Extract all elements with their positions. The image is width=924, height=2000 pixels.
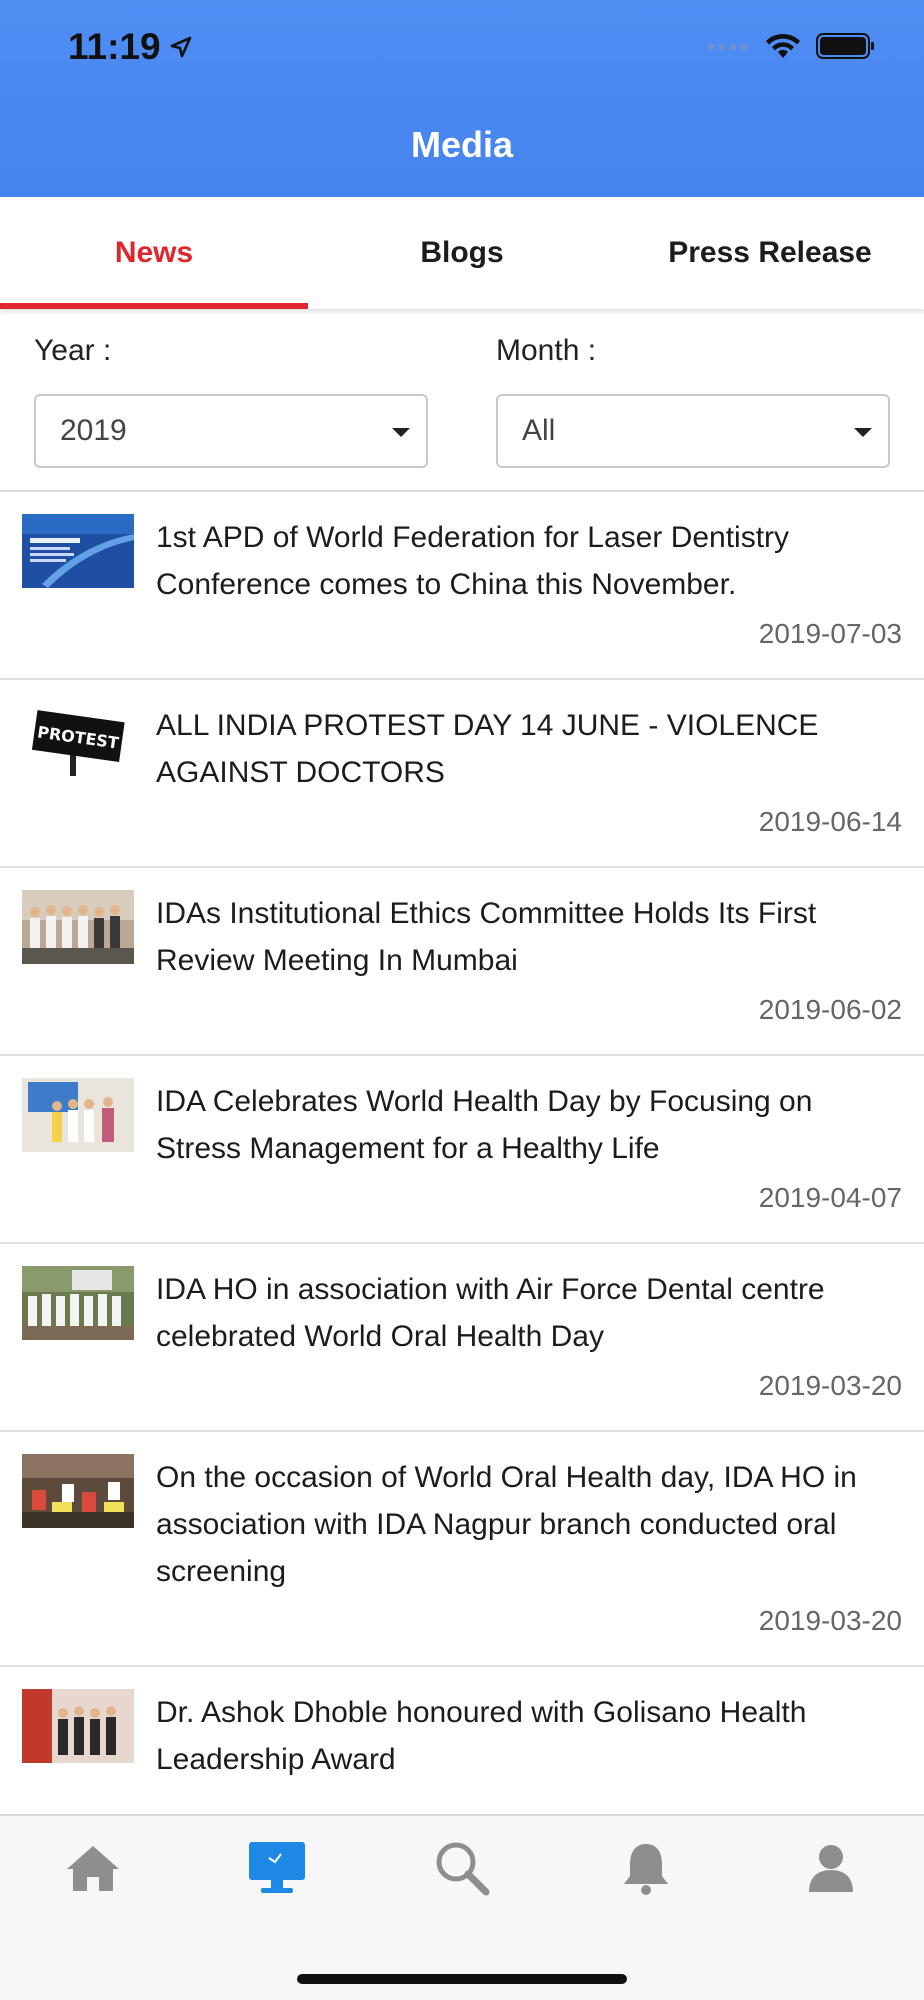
news-title: IDAs Institutional Ethics Committee Hold… xyxy=(156,897,817,977)
tab-news[interactable]: News xyxy=(0,197,308,309)
news-title: IDA Celebrates World Health Day by Focus… xyxy=(156,1085,813,1165)
home-icon xyxy=(67,1846,119,1891)
list-item[interactable]: IDA HO in association with Air Force Den… xyxy=(0,1244,924,1432)
search-icon xyxy=(436,1842,490,1896)
news-thumbnail xyxy=(22,1454,134,1528)
year-select-value: 2019 xyxy=(60,414,127,447)
news-thumbnail: PROTEST xyxy=(22,702,134,776)
month-select-value: All xyxy=(522,414,556,447)
news-thumbnail xyxy=(22,1078,134,1152)
home-indicator xyxy=(297,1974,627,1984)
app-header: 11:19 Media xyxy=(0,0,924,197)
news-date: 2019-03-20 xyxy=(758,1605,902,1636)
signal-icon xyxy=(708,44,747,50)
bell-icon xyxy=(624,1844,668,1895)
tabbar-profile[interactable] xyxy=(791,1830,871,1906)
news-date: 2019-06-14 xyxy=(758,806,902,837)
profile-icon xyxy=(809,1845,853,1892)
tab-blogs[interactable]: Blogs xyxy=(308,197,616,309)
chevron-down-icon xyxy=(392,428,410,437)
news-thumbnail xyxy=(22,514,134,588)
tabbar-media[interactable] xyxy=(237,1830,317,1906)
media-monitor-icon xyxy=(249,1842,305,1893)
list-item[interactable]: IDA Celebrates World Health Day by Focus… xyxy=(0,1056,924,1244)
news-date: 2019-06-02 xyxy=(758,994,902,1025)
chevron-down-icon xyxy=(854,428,872,437)
list-item[interactable]: PROTEST ALL INDIA PROTEST DAY 14 JUNE - … xyxy=(0,680,924,868)
year-label: Year : xyxy=(34,334,112,367)
month-select[interactable]: All xyxy=(496,394,890,468)
media-tabs: News Blogs Press Release xyxy=(0,197,924,309)
tabbar-search[interactable] xyxy=(422,1830,502,1906)
list-item[interactable]: On the occasion of World Oral Health day… xyxy=(0,1432,924,1667)
news-date: 2019-04-07 xyxy=(758,1182,902,1213)
news-title: Dr. Ashok Dhoble honoured with Golisano … xyxy=(156,1696,807,1776)
status-time-text: 11:19 xyxy=(68,26,161,67)
status-time: 11:19 xyxy=(68,26,193,68)
wifi-icon xyxy=(766,33,800,58)
news-date: 2019-07-03 xyxy=(758,618,902,649)
year-select[interactable]: 2019 xyxy=(34,394,428,468)
tab-press-release[interactable]: Press Release xyxy=(616,197,924,309)
news-thumbnail xyxy=(22,890,134,964)
status-indicators xyxy=(708,32,876,60)
news-date xyxy=(0,1793,924,1814)
tabbar-home[interactable] xyxy=(53,1830,133,1906)
location-arrow-icon xyxy=(170,36,191,58)
page-title: Media xyxy=(410,124,514,165)
news-title: 1st APD of World Federation for Laser De… xyxy=(156,521,790,601)
list-item[interactable]: IDAs Institutional Ethics Committee Hold… xyxy=(0,868,924,1056)
list-item[interactable]: Dr. Ashok Dhoble honoured with Golisano … xyxy=(0,1667,924,1814)
news-thumbnail xyxy=(22,1689,134,1763)
tabbar-notifications[interactable] xyxy=(606,1830,686,1906)
news-title: On the occasion of World Oral Health day… xyxy=(156,1461,857,1588)
news-title: IDA HO in association with Air Force Den… xyxy=(156,1273,825,1353)
bottom-tab-bar xyxy=(0,1814,924,2000)
list-item[interactable]: 1st APD of World Federation for Laser De… xyxy=(0,492,924,680)
month-label: Month : xyxy=(496,334,597,367)
news-thumbnail xyxy=(22,1266,134,1340)
battery-icon xyxy=(816,33,874,59)
news-date: 2019-03-20 xyxy=(758,1370,902,1401)
news-title: ALL INDIA PROTEST DAY 14 JUNE - VIOLENCE… xyxy=(156,709,819,789)
news-list: 1st APD of World Federation for Laser De… xyxy=(0,492,924,1814)
